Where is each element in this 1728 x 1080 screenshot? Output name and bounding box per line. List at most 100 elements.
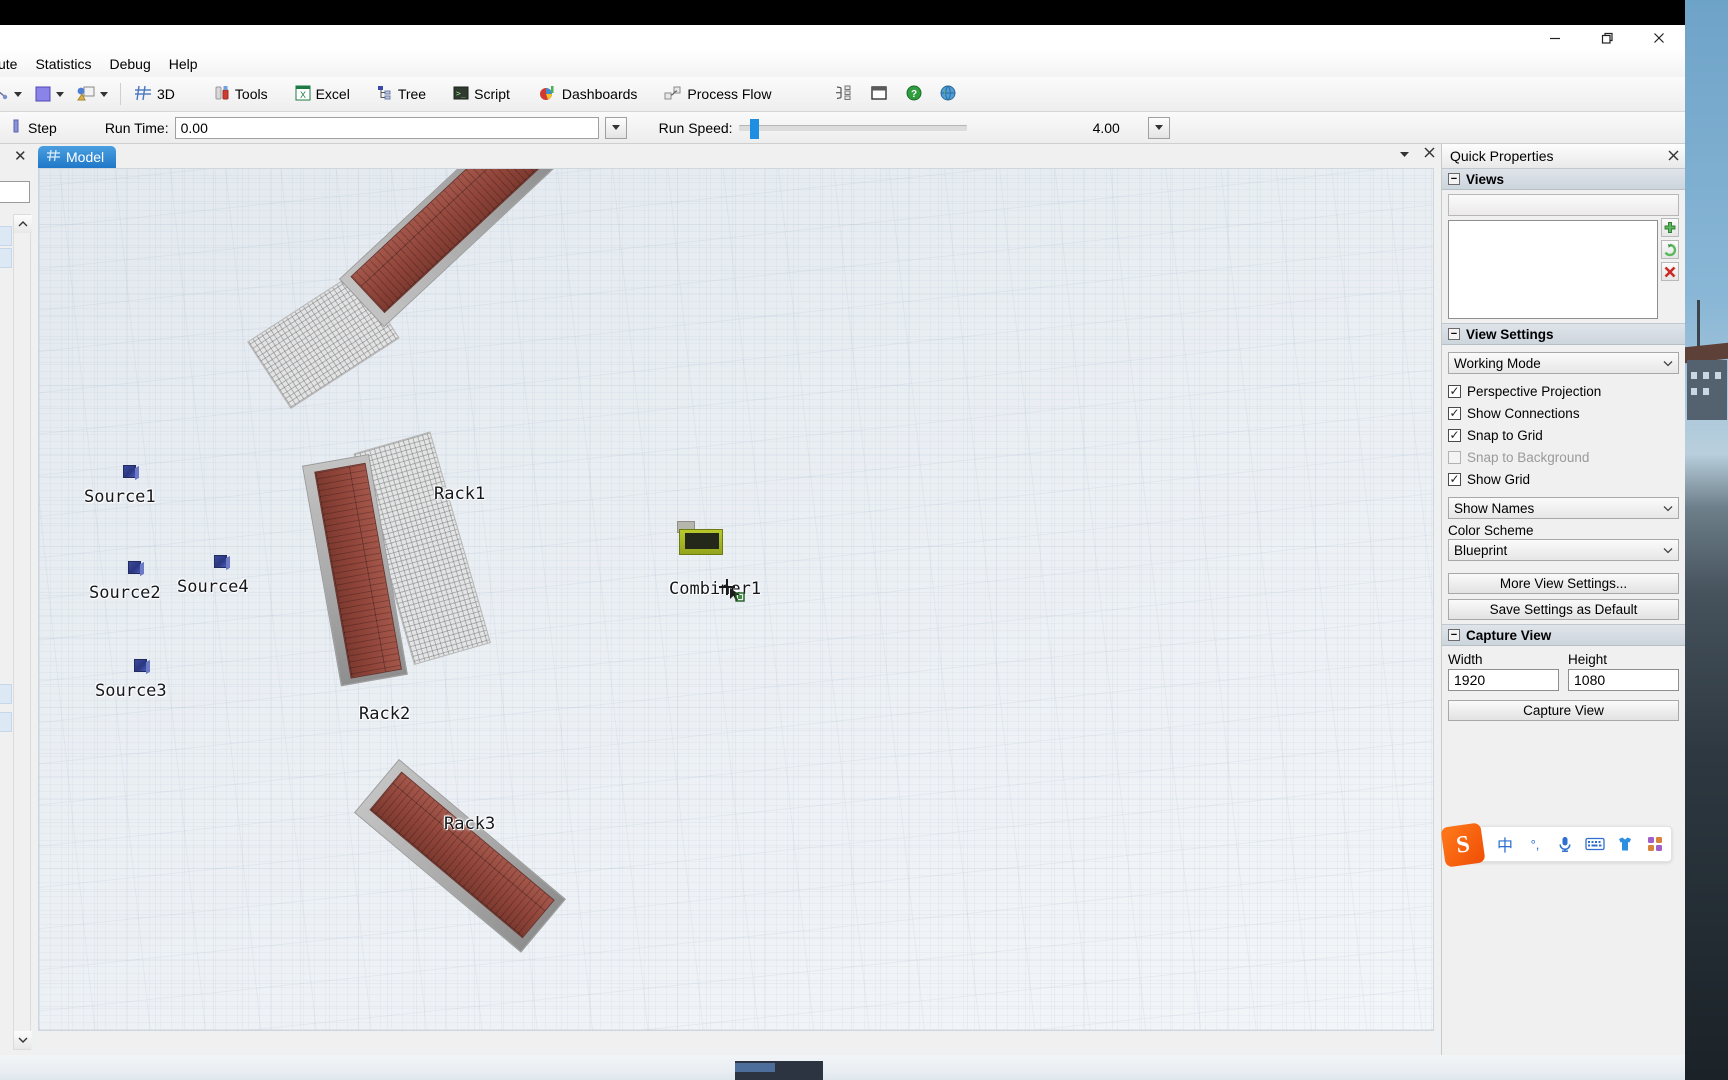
source-object-source2[interactable]: [128, 561, 141, 574]
refresh-view-button[interactable]: [1661, 240, 1679, 259]
capture-width-input[interactable]: 1920: [1448, 669, 1559, 691]
view-tab-tools: [1399, 146, 1435, 161]
wallpaper-window: [1715, 372, 1721, 379]
toolbar-tree[interactable]: Tree: [370, 80, 432, 108]
collapse-icon[interactable]: −: [1448, 173, 1460, 185]
views-name-field[interactable]: [1448, 194, 1679, 216]
toolbar-3d-label: 3D: [157, 86, 175, 102]
checkbox-perspective-projection[interactable]: Perspective Projection: [1448, 380, 1679, 402]
scroll-down-icon[interactable]: [14, 1031, 32, 1049]
sogou-logo-icon[interactable]: S: [1440, 822, 1486, 868]
model-3d-viewport[interactable]: Source1 Source2 Source4 Source3 Rack1 Ra…: [38, 168, 1434, 1031]
toolbar-excel-label: Excel: [315, 86, 350, 102]
menu-item-statistics[interactable]: Statistics: [26, 53, 100, 75]
tab-close-icon[interactable]: [1424, 146, 1435, 161]
tab-list-dropdown-icon[interactable]: [1399, 146, 1410, 161]
close-button[interactable]: [1633, 25, 1685, 50]
capture-view-button[interactable]: Capture View: [1448, 700, 1679, 721]
menu-item-help[interactable]: Help: [160, 53, 207, 75]
step-button-label[interactable]: Step: [28, 120, 57, 136]
toolbar-3d[interactable]: 3D: [127, 80, 181, 108]
toolbar-tree-view[interactable]: [827, 80, 859, 108]
color-scheme-select[interactable]: Blueprint: [1448, 539, 1679, 561]
toolbar-process-flow[interactable]: Process Flow: [657, 80, 777, 108]
library-scrollbar[interactable]: [13, 214, 32, 1050]
process-flow-icon: [663, 84, 683, 105]
capture-height-input[interactable]: 1080: [1568, 669, 1679, 691]
ime-punctuation-mode-icon[interactable]: °,: [1521, 830, 1549, 858]
run-speed-slider-thumb[interactable]: [750, 118, 760, 139]
add-view-button[interactable]: [1661, 218, 1679, 237]
chevron-down-icon[interactable]: [14, 91, 22, 97]
checkbox-show-grid[interactable]: Show Grid: [1448, 468, 1679, 490]
run-time-field[interactable]: 0.00: [174, 116, 599, 139]
quick-properties-close-icon[interactable]: [1668, 148, 1679, 164]
run-speed-value: 4.00: [1092, 119, 1120, 136]
tree-icon: [376, 84, 394, 105]
views-listbox[interactable]: [1448, 220, 1658, 319]
menu-item-execute[interactable]: cute: [0, 53, 26, 75]
toolbar-help[interactable]: ?: [899, 80, 929, 108]
viewport-horizontal-scrollbar[interactable]: [38, 1032, 1434, 1048]
checkbox-show-connections[interactable]: Show Connections: [1448, 402, 1679, 424]
library-item[interactable]: [0, 684, 12, 704]
screen: cute Statistics Debug Help: [0, 0, 1728, 1080]
toolbar-color-button[interactable]: [28, 80, 70, 108]
delete-view-button[interactable]: [1661, 262, 1679, 281]
menu-item-debug[interactable]: Debug: [100, 53, 159, 75]
toolbar-web[interactable]: [933, 80, 963, 108]
toolbar-view-button[interactable]: [70, 80, 114, 108]
toolbar-dashboards[interactable]: Dashboards: [532, 80, 644, 108]
checkbox-icon[interactable]: [1448, 384, 1461, 398]
ime-soft-keyboard-icon[interactable]: [1581, 830, 1609, 858]
maximize-button[interactable]: [1581, 25, 1633, 50]
library-close-icon[interactable]: ✕: [14, 147, 27, 165]
step-icon[interactable]: [12, 117, 22, 138]
collapse-icon[interactable]: −: [1448, 629, 1460, 641]
ime-chinese-mode-icon[interactable]: 中: [1491, 830, 1519, 858]
collapse-icon[interactable]: −: [1448, 328, 1460, 340]
checkbox-snap-to-grid[interactable]: Snap to Grid: [1448, 424, 1679, 446]
toolbar-connect-button[interactable]: [0, 80, 28, 108]
working-mode-select[interactable]: Working Mode: [1448, 352, 1679, 374]
checkbox-icon[interactable]: [1448, 406, 1461, 420]
source-object-source3[interactable]: [134, 659, 147, 672]
ime-voice-input-icon[interactable]: [1551, 830, 1579, 858]
taskbar-window-accent: [735, 1063, 775, 1072]
section-header-capture-view[interactable]: − Capture View: [1442, 624, 1685, 646]
source-object-source4[interactable]: [214, 555, 227, 568]
run-speed-dropdown-button[interactable]: [1147, 116, 1170, 139]
ime-toolbox-icon[interactable]: [1641, 830, 1669, 858]
section-header-view-settings[interactable]: − View Settings: [1442, 323, 1685, 345]
chevron-down-icon[interactable]: [100, 91, 108, 97]
save-settings-default-label: Save Settings as Default: [1489, 602, 1638, 617]
chevron-down-icon[interactable]: [56, 91, 64, 97]
toolbar-tools[interactable]: Tools: [207, 80, 274, 108]
show-names-select[interactable]: Show Names: [1448, 497, 1679, 519]
more-view-settings-label: More View Settings...: [1499, 576, 1628, 591]
toolbar-script[interactable]: >_ Script: [446, 80, 516, 108]
object-label-source1: Source1: [84, 487, 156, 507]
toolbar-window[interactable]: [863, 80, 895, 108]
run-time-dropdown-button[interactable]: [604, 116, 627, 139]
scroll-up-icon[interactable]: [14, 215, 32, 233]
more-view-settings-button[interactable]: More View Settings...: [1448, 573, 1679, 594]
minimize-button[interactable]: [1529, 25, 1581, 50]
library-item[interactable]: [0, 248, 12, 268]
quick-properties-panel: Quick Properties − Views − View Settings…: [1440, 144, 1685, 1055]
tab-model[interactable]: Model: [38, 146, 117, 168]
library-item[interactable]: [0, 712, 12, 732]
section-header-views[interactable]: − Views: [1442, 168, 1685, 190]
source-object-source1[interactable]: [123, 465, 136, 478]
help-icon: ?: [905, 84, 923, 105]
save-settings-default-button[interactable]: Save Settings as Default: [1448, 599, 1679, 620]
checkbox-icon[interactable]: [1448, 428, 1461, 442]
library-item[interactable]: [0, 226, 12, 246]
toolbar-excel[interactable]: X Excel: [288, 80, 356, 108]
svg-text:>_: >_: [456, 89, 466, 98]
ime-skin-icon[interactable]: [1611, 830, 1639, 858]
library-search-field[interactable]: [0, 181, 30, 203]
checkbox-icon[interactable]: [1448, 472, 1461, 486]
checkbox-label: Show Connections: [1467, 405, 1580, 421]
run-speed-slider[interactable]: [738, 118, 967, 139]
